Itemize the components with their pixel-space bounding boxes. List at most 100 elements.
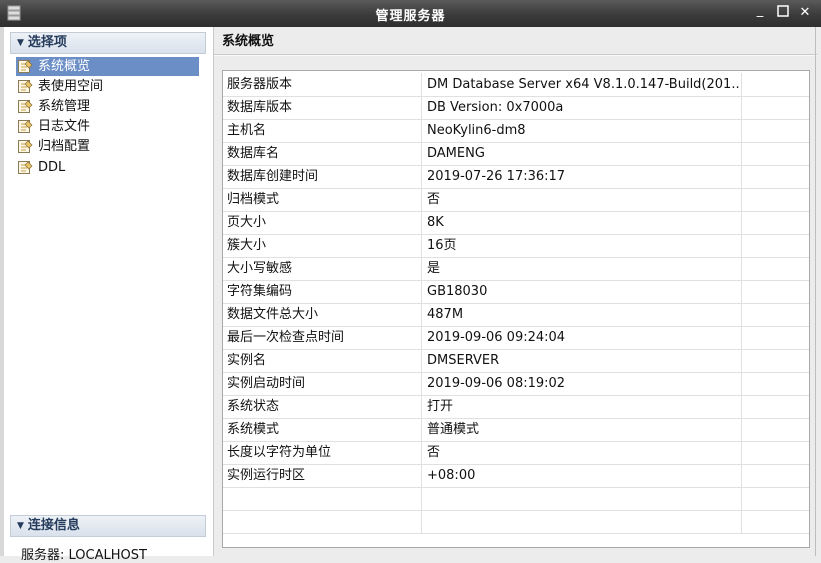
empty-cell xyxy=(743,257,809,280)
minimize-icon[interactable]: _ xyxy=(752,3,768,19)
window-title: 管理服务器 xyxy=(375,9,446,24)
property-name xyxy=(223,510,422,533)
table-row[interactable]: 字符集编码 GB18030 xyxy=(223,280,809,304)
table-row[interactable]: 实例运行时区 +08:00 xyxy=(223,464,809,488)
table-row[interactable]: 数据库名 DAMENG xyxy=(223,142,809,166)
sidebar-item[interactable]: 系统管理 xyxy=(16,97,199,116)
table-row[interactable] xyxy=(223,487,809,511)
property-value: 487M xyxy=(423,303,742,326)
options-section-header[interactable]: ▼ 选择项 xyxy=(10,32,206,54)
empty-cell xyxy=(743,211,809,234)
empty-cell xyxy=(743,372,809,395)
property-value: 2019-07-26 17:36:17 xyxy=(423,165,742,188)
property-name: 主机名 xyxy=(223,119,422,142)
collapse-triangle-icon[interactable]: ▼ xyxy=(17,33,24,53)
table-row[interactable]: 最后一次检查点时间 2019-09-06 09:24:04 xyxy=(223,326,809,350)
property-value xyxy=(423,487,742,510)
empty-cell xyxy=(743,119,809,142)
empty-cell xyxy=(743,464,809,487)
property-value: 否 xyxy=(423,188,742,211)
property-name: 数据文件总大小 xyxy=(223,303,422,326)
empty-cell xyxy=(743,418,809,441)
property-name: 长度以字符为单位 xyxy=(223,441,422,464)
empty-cell xyxy=(743,188,809,211)
property-name: 实例名 xyxy=(223,349,422,372)
property-value: 是 xyxy=(423,257,742,280)
sidebar-item[interactable]: 系统概览 xyxy=(16,57,199,76)
property-value: DMSERVER xyxy=(423,349,742,372)
collapse-triangle-icon[interactable]: ▼ xyxy=(17,516,24,536)
table-row[interactable]: 大小写敏感是 xyxy=(223,257,809,281)
page-icon xyxy=(18,100,33,113)
sidebar-item[interactable]: 归档配置 xyxy=(16,137,199,156)
page-title: 系统概览 xyxy=(222,34,275,49)
sidebar-item-label: DDL xyxy=(38,160,66,175)
property-value: 否 xyxy=(423,441,742,464)
property-name: 数据库创建时间 xyxy=(223,165,422,188)
property-name: 最后一次检查点时间 xyxy=(223,326,422,349)
property-name xyxy=(223,487,422,510)
empty-cell xyxy=(743,73,809,96)
property-name: 实例启动时间 xyxy=(223,372,422,395)
window-titlebar[interactable]: 管理服务器 _ ✕ xyxy=(0,0,821,27)
maximize-icon[interactable] xyxy=(775,5,791,21)
empty-cell xyxy=(743,326,809,349)
property-name: 实例运行时区 xyxy=(223,464,422,487)
empty-cell xyxy=(743,349,809,372)
empty-cell xyxy=(743,280,809,303)
empty-cell xyxy=(743,165,809,188)
table-row[interactable]: 实例名 DMSERVER xyxy=(223,349,809,373)
sidebar-item-label: 系统管理 xyxy=(38,99,91,114)
page-icon xyxy=(18,60,33,73)
table-row[interactable]: 服务器版本 DM Database Server x64 V8.1.0.147-B… xyxy=(223,73,809,97)
empty-cell xyxy=(743,96,809,119)
sidebar-item[interactable]: DDL xyxy=(16,158,199,177)
property-name: 数据库名 xyxy=(223,142,422,165)
page-icon xyxy=(18,161,33,174)
page-icon xyxy=(18,140,33,153)
table-row[interactable]: 簇大小 16页 xyxy=(223,234,809,258)
table-row[interactable]: 系统模式 普通模式 xyxy=(223,418,809,442)
empty-cell xyxy=(743,395,809,418)
table-row[interactable]: 长度以字符为单位否 xyxy=(223,441,809,465)
sidebar-item[interactable]: 日志文件 xyxy=(16,117,199,136)
table-row[interactable]: 数据文件总大小 487M xyxy=(223,303,809,327)
property-value: NeoKylin6-dm8 xyxy=(423,119,742,142)
property-value: 8K xyxy=(423,211,742,234)
empty-cell xyxy=(743,303,809,326)
property-value: DAMENG xyxy=(423,142,742,165)
empty-cell xyxy=(743,142,809,165)
property-value: 打开 xyxy=(423,395,742,418)
property-value: +08:00 xyxy=(423,464,742,487)
empty-cell xyxy=(743,487,809,510)
table-row[interactable]: 主机名 NeoKylin6-dm8 xyxy=(223,119,809,143)
close-icon[interactable]: ✕ xyxy=(797,5,813,21)
table-row[interactable]: 系统状态 打开 xyxy=(223,395,809,419)
property-name: 字符集编码 xyxy=(223,280,422,303)
table-row[interactable]: 数据库创建时间 2019-07-26 17:36:17 xyxy=(223,165,809,189)
table-row[interactable] xyxy=(223,510,809,534)
property-name: 簇大小 xyxy=(223,234,422,257)
property-name: 系统模式 xyxy=(223,418,422,441)
sidebar-edge xyxy=(0,27,4,556)
properties-table: 服务器版本 DM Database Server x64 V8.1.0.147-B… xyxy=(222,70,810,548)
divider-highlight xyxy=(214,55,817,56)
property-name: 服务器版本 xyxy=(223,73,422,96)
empty-cell xyxy=(743,510,809,533)
connection-section-header[interactable]: ▼ 连接信息 xyxy=(10,515,206,537)
table-row[interactable]: 实例启动时间 2019-09-06 08:19:02 xyxy=(223,372,809,396)
table-row[interactable]: 归档模式否 xyxy=(223,188,809,212)
property-name: 归档模式 xyxy=(223,188,422,211)
panel-edge xyxy=(815,27,816,556)
property-value: DB Version: 0x7000a xyxy=(423,96,742,119)
table-row[interactable]: 数据库版本 DB Version: 0x7000a xyxy=(223,96,809,120)
sidebar-item-label: 归档配置 xyxy=(38,139,91,154)
property-value: 16页 xyxy=(423,234,742,257)
property-value: DM Database Server x64 V8.1.0.147-Build(… xyxy=(423,73,742,96)
sidebar-item[interactable]: 表使用空间 xyxy=(16,77,199,96)
connection-server: 服务器: LOCALHOST xyxy=(21,548,147,563)
sidebar-item-label: 表使用空间 xyxy=(38,79,104,94)
property-value: 2019-09-06 08:19:02 xyxy=(423,372,742,395)
property-value xyxy=(423,510,742,533)
table-row[interactable]: 页大小 8K xyxy=(223,211,809,235)
